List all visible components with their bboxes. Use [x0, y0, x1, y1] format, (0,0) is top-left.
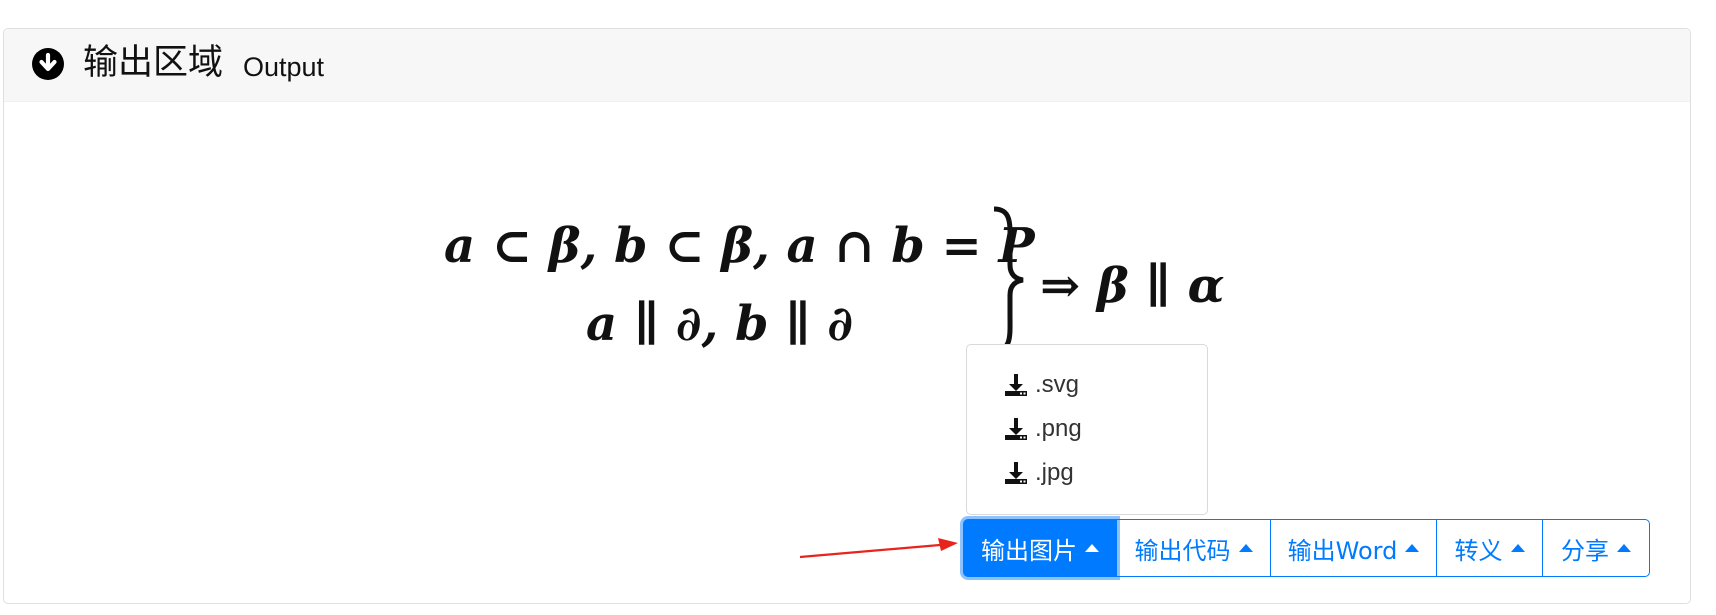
caret-up-icon — [1085, 544, 1099, 552]
formula-result: ⇒ β ∥ α — [1040, 258, 1225, 314]
output-button-group: 输出图片 输出代码 输出Word 转义 分享 — [963, 519, 1650, 577]
caret-up-icon — [1238, 544, 1253, 552]
button-label: 转义 — [1454, 536, 1503, 565]
escape-button[interactable]: 转义 — [1436, 519, 1543, 577]
section-title: 输出区域 — [83, 43, 224, 83]
export-code-button[interactable]: 输出代码 — [1116, 519, 1271, 577]
arrow-circle-down-icon — [32, 48, 64, 80]
caret-up-icon — [1617, 544, 1631, 552]
export-image-dropdown: .svg .png .jpg — [966, 344, 1208, 515]
caret-up-icon — [1510, 544, 1525, 552]
section-subtitle: Output — [243, 52, 325, 82]
dropdown-item-jpg[interactable]: .jpg — [967, 453, 1207, 493]
formula-line-2: a ∥ ∂, b ∥ ∂ — [586, 296, 854, 352]
annotation-arrow — [800, 538, 958, 559]
dropdown-item-label: .svg — [1035, 371, 1080, 398]
export-word-button[interactable]: 输出Word — [1270, 519, 1437, 577]
download-icon — [1005, 462, 1027, 484]
share-button[interactable]: 分享 — [1542, 519, 1650, 577]
dropdown-item-label: .jpg — [1035, 459, 1074, 486]
formula-line-1: a ⊂ β, b ⊂ β, a ∩ b = P — [444, 218, 1035, 274]
download-icon — [1005, 374, 1027, 396]
dropdown-item-png[interactable]: .png — [967, 409, 1207, 449]
output-header[interactable]: 输出区域 Output — [4, 29, 1690, 102]
button-label: 输出Word — [1287, 536, 1398, 565]
math-formula: a ⊂ β, b ⊂ β, a ∩ b = P a ∥ ∂, b ∥ ∂ ⇒ β… — [430, 200, 1260, 360]
right-brace — [993, 206, 1024, 354]
button-label: 输出图片 — [981, 536, 1077, 565]
export-image-button[interactable]: 输出图片 — [963, 519, 1117, 577]
button-label: 输出代码 — [1134, 536, 1231, 565]
dropdown-item-label: .png — [1035, 415, 1082, 442]
caret-up-icon — [1405, 544, 1420, 552]
button-label: 分享 — [1561, 536, 1609, 565]
dropdown-item-svg[interactable]: .svg — [967, 365, 1207, 405]
download-icon — [1005, 418, 1027, 440]
